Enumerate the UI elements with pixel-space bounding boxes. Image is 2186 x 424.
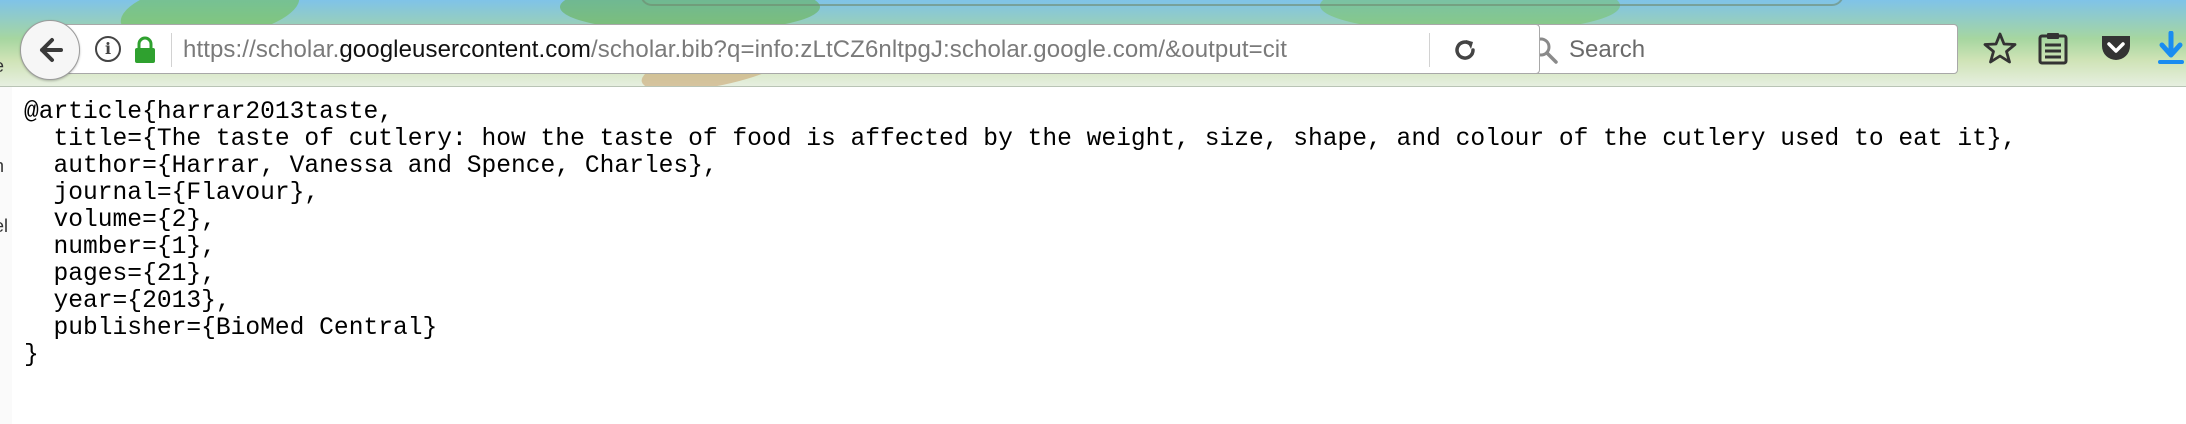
bibtex-line: journal={Flavour},	[24, 180, 320, 207]
clipboard-icon	[2038, 33, 2068, 65]
pocket-button[interactable]	[2096, 28, 2136, 68]
bookmark-button[interactable]	[1980, 28, 2020, 68]
back-button[interactable]	[20, 20, 80, 80]
reading-list-button[interactable]	[2033, 28, 2073, 68]
bibtex-line: }	[24, 342, 39, 369]
side-glimpse-text: el	[0, 216, 9, 236]
side-glimpse-text: e	[0, 57, 4, 75]
url-domain: googleusercontent.com	[339, 36, 591, 63]
bibtex-line: year={2013},	[24, 288, 231, 315]
search-input[interactable]	[1567, 32, 1941, 68]
url-text[interactable]: https://scholar.googleusercontent.com/sc…	[183, 36, 1443, 64]
url-divider	[1429, 33, 1430, 67]
bibtex-line: title={The taste of cutlery: how the tas…	[24, 126, 2017, 153]
star-icon	[1983, 32, 2017, 64]
side-glimpse-text: h	[0, 157, 4, 175]
reload-icon	[1455, 40, 1475, 60]
url-scheme: https://scholar.	[183, 36, 340, 63]
tab-strip-edge	[640, 0, 1844, 6]
bibtex-line: author={Harrar, Vanessa and Spence, Char…	[24, 153, 718, 180]
browser-toolbar: i https://scholar.googleusercontent.com/…	[0, 0, 2186, 87]
url-path: /scholar.bib?q=info:zLtCZ6nltpgJ:scholar…	[590, 36, 1288, 63]
lock-icon[interactable]	[133, 36, 157, 64]
download-button[interactable]	[2156, 28, 2186, 68]
back-arrow-icon	[40, 38, 63, 62]
pocket-icon	[2102, 36, 2130, 60]
bibtex-content: @article{harrar2013taste, title={The tas…	[24, 99, 2174, 369]
info-icon[interactable]: i	[95, 36, 121, 62]
bibtex-line: publisher={BioMed Central}	[24, 315, 438, 342]
bibtex-line: volume={2},	[24, 207, 216, 234]
bibtex-line: pages={21},	[24, 261, 216, 288]
bibtex-line: @article{harrar2013taste,	[24, 99, 393, 126]
download-icon	[2158, 31, 2184, 64]
url-divider	[171, 33, 172, 67]
address-bar[interactable]: i https://scholar.googleusercontent.com/…	[60, 24, 1540, 74]
sidebar-edge: e h el	[0, 57, 12, 424]
bibtex-line: number={1},	[24, 234, 216, 261]
reload-button[interactable]	[1449, 34, 1481, 66]
search-bar[interactable]	[1514, 24, 1958, 74]
